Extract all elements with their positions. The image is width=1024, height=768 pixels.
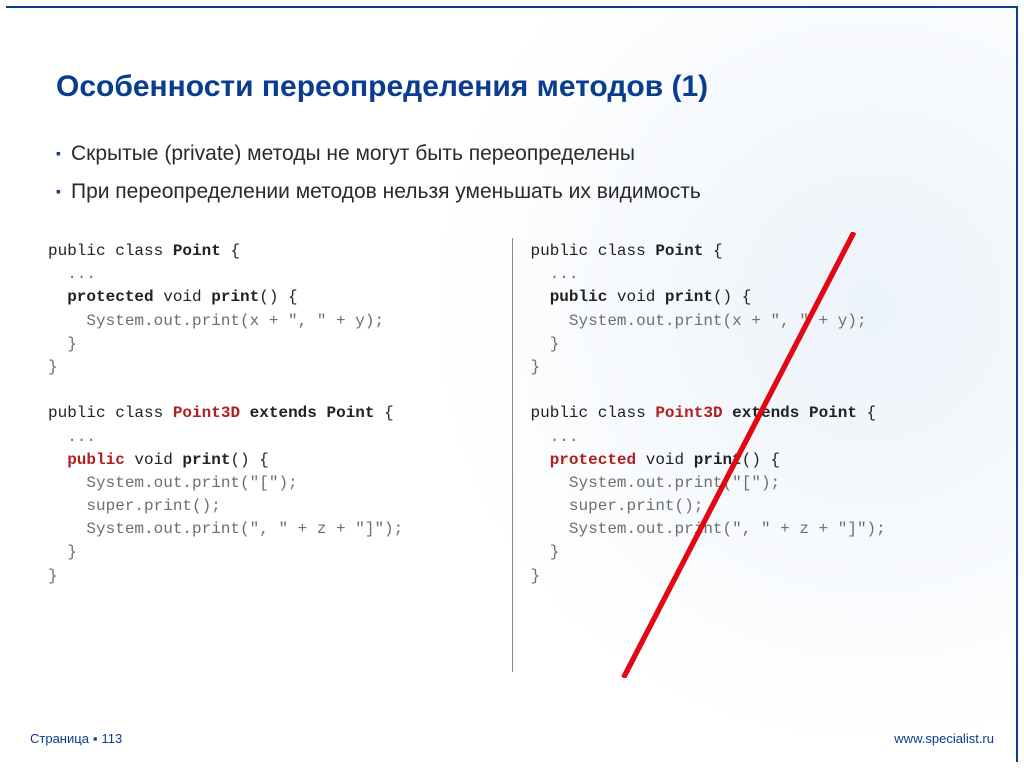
- code-token: [48, 451, 67, 469]
- code-line: }: [48, 567, 58, 585]
- code-token: () {: [742, 451, 780, 469]
- code-token: Point: [326, 404, 374, 422]
- code-line: super.print();: [48, 497, 221, 515]
- code-token: [531, 451, 550, 469]
- page-indicator: Страница ▪ 113: [30, 731, 122, 746]
- bullet-item: ▪ При переопределении методов нельзя уме…: [56, 178, 984, 206]
- footer-url: www.specialist.ru: [894, 731, 994, 746]
- slide: Особенности переопределения методов (1) …: [0, 0, 1024, 768]
- code-line: System.out.print("[");: [531, 474, 781, 492]
- code-token: Point: [173, 242, 221, 260]
- code-line: System.out.print(x + ", " + y);: [531, 312, 867, 330]
- page-number: 113: [102, 731, 123, 746]
- code-token: void: [636, 451, 694, 469]
- code-token: print: [211, 288, 259, 306]
- bullet-text: Скрытые (private) методы не могут быть п…: [71, 140, 635, 168]
- slide-title: Особенности переопределения методов (1): [56, 70, 984, 104]
- code-token: protected: [67, 288, 153, 306]
- code-token: () {: [713, 288, 751, 306]
- code-line: }: [531, 543, 560, 561]
- code-line: ...: [48, 428, 96, 446]
- code-token: protected: [550, 451, 636, 469]
- bullet-icon: ▪: [56, 145, 61, 161]
- code-token: [531, 288, 550, 306]
- code-line: ...: [531, 265, 579, 283]
- code-line: System.out.print(", " + z + "]");: [48, 520, 403, 538]
- bullet-item: ▪ Скрытые (private) методы не могут быть…: [56, 140, 984, 168]
- code-token: [48, 288, 67, 306]
- code-token: () {: [230, 451, 268, 469]
- code-token: print: [694, 451, 742, 469]
- code-line: }: [48, 358, 58, 376]
- page-label: Страница: [30, 731, 89, 746]
- code-token: void: [607, 288, 665, 306]
- separator-icon: ▪: [93, 731, 98, 746]
- code-token: print: [182, 451, 230, 469]
- code-token: [799, 404, 809, 422]
- slide-footer: Страница ▪ 113 www.specialist.ru: [30, 731, 994, 746]
- code-token: public class: [531, 242, 656, 260]
- code-token: public class: [48, 404, 173, 422]
- code-line: }: [531, 567, 541, 585]
- code-token: public: [550, 288, 608, 306]
- code-token: Point: [809, 404, 857, 422]
- code-token: () {: [259, 288, 297, 306]
- code-token: Point3D: [173, 404, 240, 422]
- code-token: Point3D: [655, 404, 722, 422]
- code-line: }: [48, 543, 77, 561]
- bullet-list: ▪ Скрытые (private) методы не могут быть…: [56, 140, 984, 217]
- code-area: public class Point { ... protected void …: [30, 232, 994, 678]
- code-token: void: [154, 288, 212, 306]
- code-token: void: [125, 451, 183, 469]
- code-token: extends: [250, 404, 317, 422]
- code-right: public class Point { ... public void pri…: [513, 232, 995, 678]
- code-token: {: [703, 242, 722, 260]
- code-line: System.out.print("[");: [48, 474, 298, 492]
- code-token: print: [665, 288, 713, 306]
- code-token: {: [221, 242, 240, 260]
- code-token: public class: [48, 242, 173, 260]
- code-token: public: [67, 451, 125, 469]
- code-token: [723, 404, 733, 422]
- code-line: }: [531, 335, 560, 353]
- code-line: super.print();: [531, 497, 704, 515]
- code-left: public class Point { ... protected void …: [30, 232, 512, 678]
- code-line: ...: [48, 265, 96, 283]
- code-token: [240, 404, 250, 422]
- code-token: extends: [732, 404, 799, 422]
- code-line: ...: [531, 428, 579, 446]
- code-token: public class: [531, 404, 656, 422]
- code-token: {: [375, 404, 394, 422]
- code-line: }: [531, 358, 541, 376]
- code-line: }: [48, 335, 77, 353]
- bullet-icon: ▪: [56, 183, 61, 199]
- code-token: {: [857, 404, 876, 422]
- code-line: System.out.print(x + ", " + y);: [48, 312, 384, 330]
- code-token: Point: [655, 242, 703, 260]
- bullet-text: При переопределении методов нельзя умень…: [71, 178, 701, 206]
- code-line: System.out.print(", " + z + "]");: [531, 520, 886, 538]
